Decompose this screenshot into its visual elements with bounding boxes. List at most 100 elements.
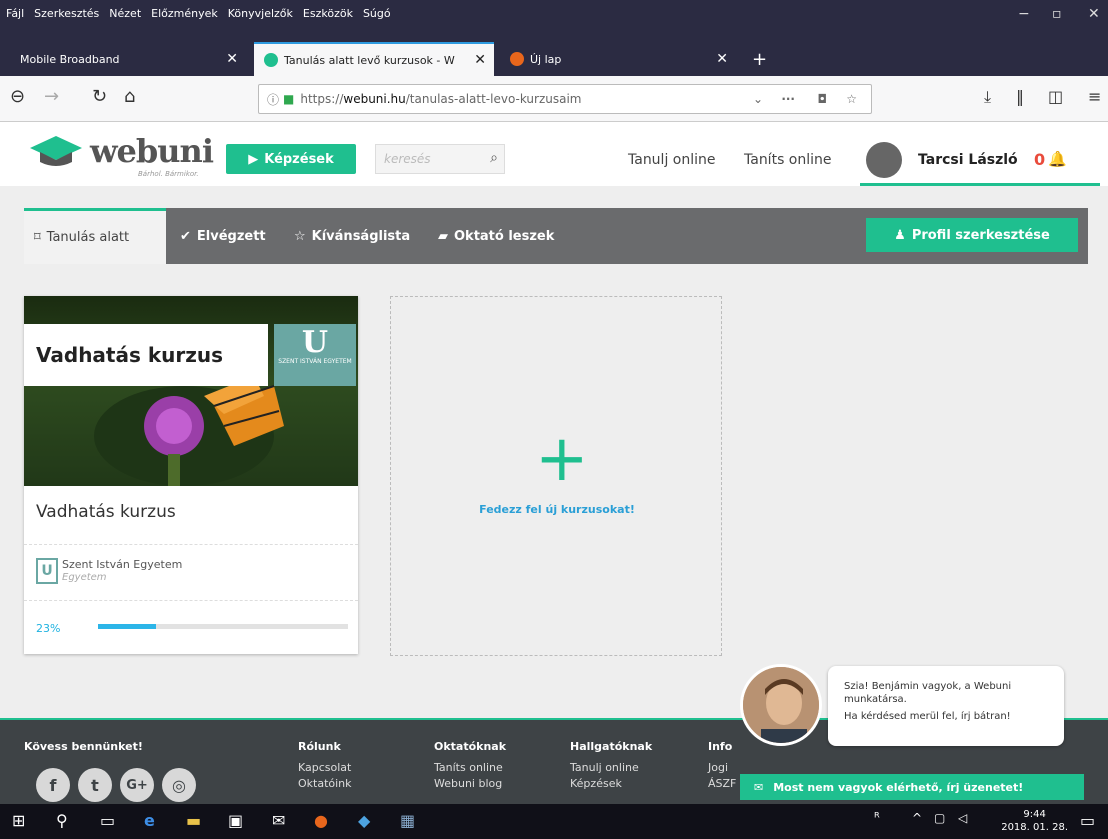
store-icon[interactable]: ▣ xyxy=(228,811,243,830)
tab-oktato-leszek[interactable]: ▰ Oktató leszek xyxy=(438,208,554,264)
tab-elvegzett[interactable]: ✔ Elvégzett xyxy=(180,208,266,264)
home-icon[interactable]: ⌂ xyxy=(124,86,135,107)
system-clock[interactable]: 9:44 2018. 01. 28. xyxy=(1001,808,1068,834)
discover-link[interactable]: Fedezz fel új kurzusokat! xyxy=(391,503,723,516)
site-logo-tagline: Bárhol. Bármikor. xyxy=(138,170,199,178)
twitter-icon[interactable]: t xyxy=(78,768,112,802)
url-bar[interactable]: ⓘ ■ https://webuni.hu/tanulas-alatt-levo… xyxy=(258,84,872,114)
chat-bubble[interactable]: Szia! Benjámin vagyok, a Webuni munkatár… xyxy=(828,666,1064,746)
profil-szerkesztese-button[interactable]: ♟ Profil szerkesztése xyxy=(866,218,1078,252)
kepzesek-button[interactable]: ▶ Képzések xyxy=(226,144,356,174)
url-domain: webuni.hu xyxy=(343,92,406,106)
menu-history[interactable]: Előzmények xyxy=(151,7,218,20)
app-icon[interactable]: ◆ xyxy=(358,811,370,830)
menu-view[interactable]: Nézet xyxy=(109,7,141,20)
course-card[interactable]: Vadhatás kurzus U SZENT ISTVÁN EGYETEM V… xyxy=(24,296,358,654)
plus-icon[interactable]: + xyxy=(535,427,589,491)
course-tabs-bar: ⌑ Tanulás alatt ✔ Elvégzett ☆ Kívánságli… xyxy=(24,208,1088,264)
book-icon: ▰ xyxy=(438,228,448,244)
menu-tools[interactable]: Eszközök xyxy=(303,7,353,20)
task-view-icon[interactable]: ▭ xyxy=(100,811,115,830)
app-icon[interactable]: ▦ xyxy=(400,811,415,830)
tab-label: Oktató leszek xyxy=(454,228,555,244)
site-header: webuni Bárhol. Bármikor. ▶ Képzések kere… xyxy=(0,122,1108,186)
menu-help[interactable]: Súgó xyxy=(363,7,391,20)
course-name[interactable]: Vadhatás kurzus xyxy=(36,502,176,522)
footer-link[interactable]: Tanulj online xyxy=(570,761,652,774)
tab-mobile-broadband[interactable]: Mobile Broadband ✕ xyxy=(10,42,246,76)
back-icon[interactable]: ⊖ xyxy=(10,86,25,107)
chat-agent-avatar[interactable] xyxy=(740,664,822,746)
organization-name[interactable]: Szent István Egyetem xyxy=(62,558,182,571)
close-window-button[interactable]: ✕ xyxy=(1088,6,1100,22)
search-icon[interactable]: ⌕ xyxy=(490,150,498,166)
envelope-icon: ✉ xyxy=(754,780,764,794)
footer-link[interactable]: ÁSZF xyxy=(708,777,736,790)
tab-tanulas-alatt-courses[interactable]: ⌑ Tanulás alatt xyxy=(24,208,166,264)
menu-edit[interactable]: Szerkesztés xyxy=(34,7,99,20)
reload-icon[interactable]: ↻ xyxy=(92,86,107,107)
site-logo[interactable]: webuni xyxy=(90,132,214,170)
user-name[interactable]: Tarcsi László xyxy=(918,152,1018,168)
edge-icon[interactable]: e xyxy=(144,811,155,830)
tray-chevron-icon[interactable]: ^ xyxy=(912,811,922,825)
tab-kivansaglista[interactable]: ☆ Kívánságlista xyxy=(294,208,410,264)
tab-tanulas-alatt[interactable]: Tanulás alatt levő kurzusok - W ✕ xyxy=(254,42,494,76)
footer-link[interactable]: Webuni blog xyxy=(434,777,506,790)
page-actions-icon[interactable]: ··· xyxy=(781,92,795,106)
pocket-icon[interactable]: ◘ xyxy=(818,92,828,106)
file-explorer-icon[interactable]: ▬ xyxy=(186,811,201,830)
restore-button[interactable]: ▫ xyxy=(1052,6,1062,22)
user-menu[interactable]: Tarcsi László 0 🔔 xyxy=(860,136,1100,186)
library-icon[interactable]: ‖ xyxy=(1016,87,1024,106)
tab-new-tab[interactable]: Új lap ✕ xyxy=(500,42,736,76)
people-icon[interactable]: ᴿ xyxy=(874,811,880,826)
browser-navbar: ⊖ → ↻ ⌂ ⓘ ■ https://webuni.hu/tanulas-al… xyxy=(0,76,1108,122)
menu-file[interactable]: Fájl xyxy=(6,7,24,20)
footer-link[interactable]: Képzések xyxy=(570,777,652,790)
bell-icon[interactable]: 🔔 xyxy=(1048,150,1067,168)
footer-link[interactable]: Jogi xyxy=(708,761,736,774)
dropdown-icon[interactable]: ⌄ xyxy=(753,92,763,106)
new-tab-button[interactable]: + xyxy=(742,42,777,76)
discover-courses-card[interactable]: + Fedezz fel új kurzusokat! xyxy=(390,296,722,656)
avatar[interactable] xyxy=(866,142,902,178)
footer-link[interactable]: Kapcsolat xyxy=(298,761,352,774)
search-icon[interactable]: ⚲ xyxy=(56,811,68,830)
instagram-icon[interactable]: ◎ xyxy=(162,768,196,802)
footer-col-title: Hallgatóknak xyxy=(570,740,653,753)
footer-link[interactable]: Taníts online xyxy=(434,761,506,774)
network-icon[interactable]: ▢ xyxy=(934,811,945,825)
volume-icon[interactable]: ◁ xyxy=(958,811,967,825)
google-plus-icon[interactable]: G+ xyxy=(120,768,154,802)
notifications-icon[interactable]: ▭ xyxy=(1080,811,1095,830)
tab-label: Tanulás alatt xyxy=(46,230,130,245)
tanits-online-link[interactable]: Taníts online xyxy=(744,152,832,168)
forward-icon[interactable]: → xyxy=(44,86,59,107)
tab-close-icon[interactable]: ✕ xyxy=(716,51,728,67)
menu-bookmarks[interactable]: Könyvjelzők xyxy=(228,7,293,20)
tab-label: Kívánságlista xyxy=(311,228,411,244)
mail-icon[interactable]: ✉ xyxy=(272,811,285,830)
footer-link[interactable]: Oktatóink xyxy=(298,777,352,790)
firefox-icon[interactable]: ● xyxy=(314,811,328,830)
tanulj-online-link[interactable]: Tanulj online xyxy=(628,152,716,168)
notification-count[interactable]: 0 xyxy=(1034,150,1045,169)
video-icon: ▶ xyxy=(248,151,259,167)
search-input[interactable]: keresés ⌕ xyxy=(375,144,505,174)
tab-close-icon[interactable]: ✕ xyxy=(474,52,486,68)
windows-start-icon[interactable]: ⊞ xyxy=(12,811,25,830)
info-icon[interactable]: ⓘ xyxy=(267,91,279,108)
download-icon[interactable]: ⤓ xyxy=(984,87,991,107)
tab-close-icon[interactable]: ✕ xyxy=(226,51,238,67)
chat-open-button[interactable]: ✉ Most nem vagyok elérhető, írj üzenetet… xyxy=(740,774,1084,800)
footer-col-hallgatoknak: Hallgatóknak Tanulj online Képzések xyxy=(570,740,652,793)
sidebar-icon[interactable]: ◫ xyxy=(1048,87,1063,106)
university-logo: U SZENT ISTVÁN EGYETEM xyxy=(274,324,356,386)
facebook-icon[interactable]: f xyxy=(36,768,70,802)
graduation-cap-logo-icon[interactable] xyxy=(28,134,84,172)
bookmark-star-icon[interactable]: ☆ xyxy=(846,92,857,106)
minimize-button[interactable]: − xyxy=(1018,6,1030,22)
course-title[interactable]: Vadhatás kurzus xyxy=(24,324,268,386)
hamburger-menu-icon[interactable]: ≡ xyxy=(1088,87,1101,106)
